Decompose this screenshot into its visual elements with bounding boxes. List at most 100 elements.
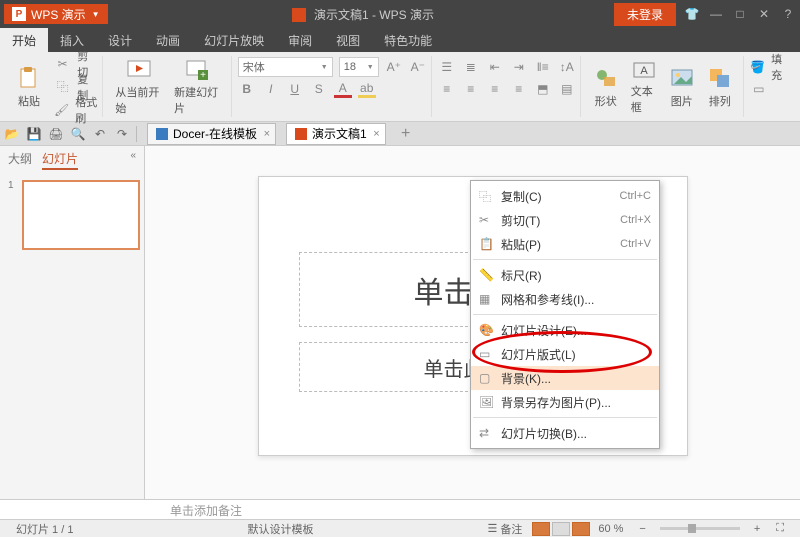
context-menu: ⿻复制(C)Ctrl+C ✂剪切(T)Ctrl+X 📋粘贴(P)Ctrl+V 📏… <box>470 180 660 449</box>
justify-icon[interactable]: ≡ <box>510 80 528 98</box>
zoom-out-button[interactable]: − <box>639 523 645 535</box>
slide-thumbnail-1[interactable] <box>22 180 140 250</box>
textbox-button[interactable]: A文本框 <box>625 56 663 117</box>
font-size: 18 <box>344 61 356 73</box>
menu-review[interactable]: 审阅 <box>276 28 324 52</box>
save-icon[interactable]: 💾 <box>26 126 42 142</box>
view-slideshow-button[interactable] <box>572 522 590 536</box>
close-tab-icon[interactable]: × <box>373 128 379 140</box>
status-remark[interactable]: ☰ 备注 <box>487 521 522 537</box>
menu-start[interactable]: 开始 <box>0 28 48 52</box>
indent-inc-icon[interactable]: ⇥ <box>510 58 528 76</box>
open-icon[interactable]: 📂 <box>4 126 20 142</box>
doc-tab-docer[interactable]: Docer-在线模板 × <box>147 123 276 145</box>
ctx-ruler[interactable]: 📏标尺(R) <box>471 263 659 287</box>
ctx-paste-label: 粘贴(P) <box>501 236 620 253</box>
print-preview-icon[interactable]: 🔍 <box>70 126 86 142</box>
cut-icon[interactable]: ✂ <box>54 55 71 73</box>
ctx-background[interactable]: ▢背景(K)... <box>471 366 659 390</box>
side-tab-outline[interactable]: 大纲 <box>8 150 32 170</box>
menu-bar: 开始 插入 设计 动画 幻灯片放映 审阅 视图 特色功能 <box>0 28 800 52</box>
ctx-layout[interactable]: ▭幻灯片版式(L) <box>471 342 659 366</box>
align-top-icon[interactable]: ⬒ <box>534 80 552 98</box>
paste-button[interactable]: 粘贴 <box>10 56 48 117</box>
shadow-icon[interactable]: S <box>310 80 328 98</box>
menu-design[interactable]: 设计 <box>96 28 144 52</box>
grow-font-icon[interactable]: A⁺ <box>385 58 403 76</box>
align-left-icon[interactable]: ≡ <box>438 80 456 98</box>
image-button[interactable]: 图片 <box>663 56 701 117</box>
arrange-label: 排列 <box>709 93 731 109</box>
side-tab-slides[interactable]: 幻灯片 <box>42 150 78 170</box>
line-spacing-icon[interactable]: ‖≡ <box>534 58 552 76</box>
ctx-paste[interactable]: 📋粘贴(P)Ctrl+V <box>471 232 659 256</box>
underline-icon[interactable]: U <box>286 80 304 98</box>
menu-feature[interactable]: 特色功能 <box>372 28 444 52</box>
view-sorter-button[interactable] <box>552 522 570 536</box>
play-icon <box>126 58 152 82</box>
help-icon[interactable]: ? <box>776 7 800 21</box>
ctx-transition[interactable]: ⇄幻灯片切换(B)... <box>471 421 659 445</box>
new-slide-button[interactable]: + 新建幻灯片 <box>168 56 227 117</box>
shapes-icon <box>593 65 619 91</box>
close-button[interactable]: ✕ <box>752 7 776 21</box>
text-direction-icon[interactable]: ↕A <box>558 58 576 76</box>
shapes-button[interactable]: 形状 <box>587 56 625 117</box>
ctx-design[interactable]: 🎨幻灯片设计(E)... <box>471 318 659 342</box>
fill-icon[interactable]: 🪣 <box>750 58 765 76</box>
bold-icon[interactable]: B <box>238 80 256 98</box>
ctx-layout-label: 幻灯片版式(L) <box>501 346 651 363</box>
maximize-button[interactable]: □ <box>728 7 752 21</box>
close-tab-icon[interactable]: × <box>264 128 270 140</box>
thumbnails: 1 <box>0 170 144 499</box>
ctx-cut[interactable]: ✂剪切(T)Ctrl+X <box>471 208 659 232</box>
redo-icon[interactable]: ↷ <box>114 126 130 142</box>
font-color-icon[interactable]: A <box>334 80 352 98</box>
align-center-icon[interactable]: ≡ <box>462 80 480 98</box>
ctx-copy-shortcut: Ctrl+C <box>620 190 651 202</box>
outline-icon[interactable]: ▭ <box>750 80 768 98</box>
ctx-save-bg[interactable]: 🖼背景另存为图片(P)... <box>471 390 659 414</box>
notes-pane[interactable]: 单击添加备注 <box>0 499 800 519</box>
window-title-text: 演示文稿1 - WPS 演示 <box>314 8 434 22</box>
add-tab-button[interactable]: + <box>392 126 420 142</box>
zoom-level[interactable]: 60 % <box>598 523 623 535</box>
copy-icon[interactable]: ⿻ <box>54 78 71 96</box>
doc-tab-presentation[interactable]: 演示文稿1 × <box>286 123 386 145</box>
ctx-saveimg-label: 背景另存为图片(P)... <box>501 394 651 411</box>
main-area: 大纲 幻灯片 « 1 单击此处 单击此处添 <box>0 146 800 499</box>
indent-dec-icon[interactable]: ⇤ <box>486 58 504 76</box>
format-brush-icon[interactable]: 🖌 <box>54 101 69 119</box>
align-right-icon[interactable]: ≡ <box>486 80 504 98</box>
menu-slideshow[interactable]: 幻灯片放映 <box>192 28 276 52</box>
ctx-copy[interactable]: ⿻复制(C)Ctrl+C <box>471 184 659 208</box>
align-middle-icon[interactable]: ▤ <box>558 80 576 98</box>
arrange-button[interactable]: 排列 <box>701 56 739 117</box>
bullets-icon[interactable]: ☰ <box>438 58 456 76</box>
quick-access-bar: 📂 💾 🖨 🔍 ↶ ↷ Docer-在线模板 × 演示文稿1 × + <box>0 122 800 146</box>
app-brand-menu[interactable]: P WPS 演示 ▼ <box>4 4 108 24</box>
menu-view[interactable]: 视图 <box>324 28 372 52</box>
zoom-slider[interactable] <box>660 527 740 530</box>
font-family-select[interactable]: 宋体▼ <box>238 57 333 77</box>
fit-window-button[interactable]: ⛶ <box>776 522 784 535</box>
zoom-thumb[interactable] <box>688 524 696 533</box>
format-brush-label[interactable]: 格式刷 <box>75 94 98 126</box>
minimize-button[interactable]: — <box>704 7 728 21</box>
numbering-icon[interactable]: ≣ <box>462 58 480 76</box>
font-size-select[interactable]: 18▼ <box>339 57 379 77</box>
shrink-font-icon[interactable]: A⁻ <box>409 58 427 76</box>
skin-icon[interactable]: 👕 <box>680 7 704 21</box>
highlight-icon[interactable]: ab <box>358 80 376 98</box>
view-normal-button[interactable] <box>532 522 550 536</box>
side-collapse-icon[interactable]: « <box>130 150 136 170</box>
ctx-separator <box>473 417 657 418</box>
menu-animation[interactable]: 动画 <box>144 28 192 52</box>
undo-icon[interactable]: ↶ <box>92 126 108 142</box>
italic-icon[interactable]: I <box>262 80 280 98</box>
ctx-grid[interactable]: ▦网格和参考线(I)... <box>471 287 659 311</box>
login-button[interactable]: 未登录 <box>614 3 676 26</box>
zoom-in-button[interactable]: + <box>754 523 760 535</box>
play-from-current-button[interactable]: 从当前开始 <box>109 56 168 117</box>
print-icon[interactable]: 🖨 <box>48 126 64 142</box>
